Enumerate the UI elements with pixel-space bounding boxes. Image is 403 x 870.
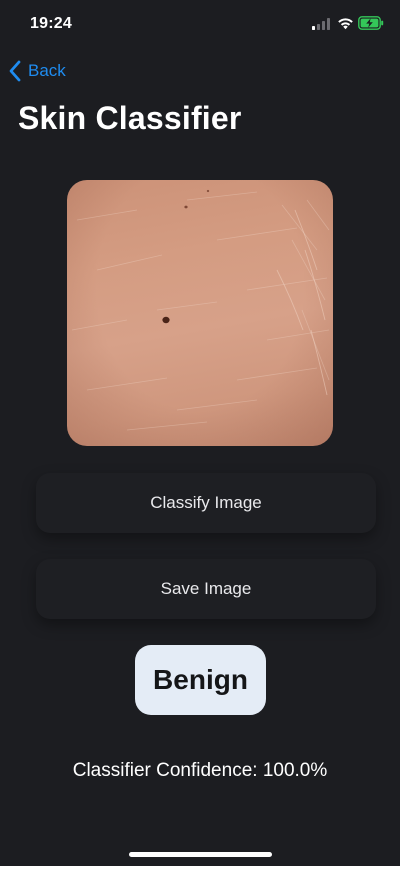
classifier-confidence: Classifier Confidence: 100.0% xyxy=(72,760,328,781)
skin-lesion-image xyxy=(67,180,333,446)
chevron-left-icon xyxy=(9,60,21,82)
classification-result-badge: Benign xyxy=(135,645,266,715)
save-image-button[interactable]: Save Image xyxy=(36,559,376,619)
page-title: Skin Classifier xyxy=(18,100,242,136)
battery-charging-icon xyxy=(358,16,384,30)
back-label: Back xyxy=(28,61,66,80)
signal-icon xyxy=(312,18,330,30)
status-bar: 19:24 xyxy=(0,0,400,44)
status-time: 19:24 xyxy=(30,15,72,32)
app-screen: 19:24 Back Skin Classifier Classify Imag… xyxy=(0,0,400,866)
home-indicator[interactable] xyxy=(129,852,272,857)
wifi-icon xyxy=(338,18,353,30)
classify-image-button[interactable]: Classify Image xyxy=(36,473,376,533)
back-button[interactable]: Back xyxy=(8,58,66,84)
skin-texture xyxy=(71,189,330,431)
